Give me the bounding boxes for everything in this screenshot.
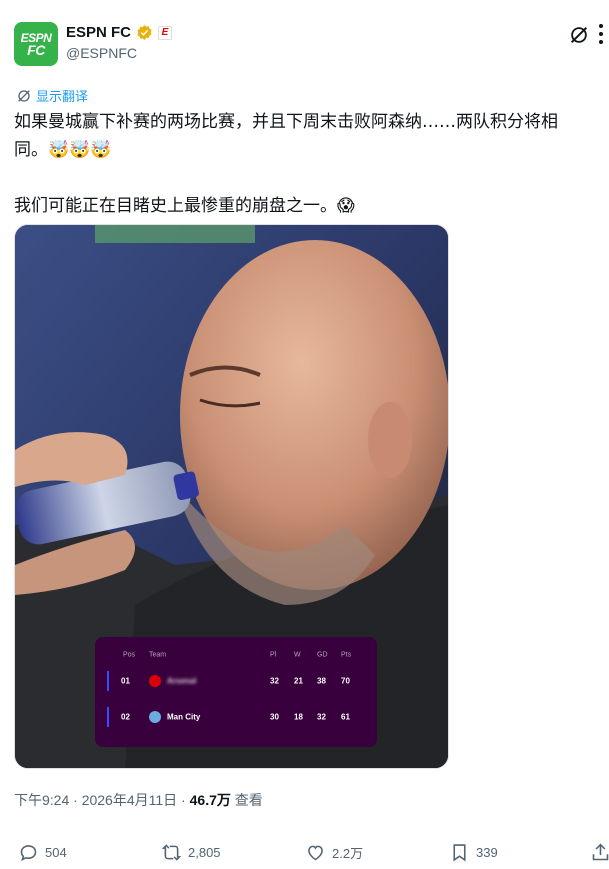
mancity-crest-icon — [149, 711, 161, 723]
header-pl: Pl — [270, 651, 277, 659]
like-icon — [308, 845, 323, 861]
post-text-spacer — [14, 164, 604, 192]
bookmark-button[interactable]: 339 — [449, 842, 498, 863]
row-w: 18 — [294, 712, 303, 722]
meta-separator: · — [177, 792, 190, 808]
reply-count: 504 — [45, 845, 67, 860]
header-w: W — [294, 651, 301, 659]
translate-icon — [18, 89, 30, 102]
post-header: ESPN FC ESPN FC E @ESPNFC — [14, 20, 604, 68]
share-button[interactable] — [590, 842, 609, 863]
like-count: 2.2万 — [332, 846, 364, 861]
post-text-line-1: 如果曼城赢下补赛的两场比赛，并且下周末击败阿森纳……两队积分将相 — [14, 112, 558, 132]
action-bar: 504 2,805 2.2万 339 — [18, 842, 609, 866]
standings-table: Pos Team Pl W GD Pts 01 Arsenal 32 21 38… — [95, 637, 377, 747]
repost-icon — [161, 844, 182, 861]
row-pts: 61 — [341, 712, 350, 722]
verified-icon — [137, 25, 152, 40]
row-gd: 38 — [317, 676, 326, 686]
row-accent — [107, 671, 109, 691]
bookmark-icon — [453, 844, 466, 862]
arsenal-crest-icon — [149, 675, 161, 687]
handle[interactable]: @ESPNFC — [66, 45, 137, 61]
post-time[interactable]: 下午9:24 — [14, 792, 69, 808]
row-pl: 30 — [270, 712, 279, 722]
header-gd: GD — [317, 651, 328, 659]
row-pos: 01 — [121, 676, 130, 686]
post-text-line-3: 我们可能正在目睹史上最惨重的崩盘之一。😱 — [14, 196, 355, 216]
translate-link[interactable]: 显示翻译 — [16, 86, 88, 105]
row-gd: 32 — [317, 712, 326, 722]
row-team: Man City — [167, 712, 201, 722]
bookmark-count: 339 — [476, 845, 498, 860]
row-pl: 32 — [270, 676, 279, 686]
avatar[interactable]: ESPN FC — [14, 22, 58, 66]
repost-button[interactable]: 2,805 — [161, 842, 221, 863]
post-image[interactable]: Pos Team Pl W GD Pts 01 Arsenal 32 21 38… — [14, 224, 449, 769]
row-pos: 02 — [121, 712, 130, 722]
post-meta: 下午9:24 · 2026年4月11日 · 46.7万 查看 — [14, 790, 263, 810]
display-name[interactable]: ESPN FC — [66, 24, 131, 41]
avatar-text-fc: FC — [27, 42, 45, 58]
post-text-line-2: 同。🤯🤯🤯 — [14, 140, 112, 160]
header-team: Team — [149, 651, 167, 659]
row-team: Arsenal — [167, 676, 197, 686]
more-icon[interactable] — [598, 22, 604, 46]
row-w: 21 — [294, 676, 303, 686]
row-accent — [107, 707, 109, 727]
reply-button[interactable]: 504 — [18, 842, 67, 863]
view-label: 查看 — [230, 792, 263, 808]
name-row: ESPN FC E — [66, 24, 173, 41]
grok-icon[interactable] — [568, 24, 590, 46]
post-text: 如果曼城赢下补赛的两场比赛，并且下周末击败阿森纳……两队积分将相 同。🤯🤯🤯 我… — [14, 108, 604, 220]
translate-label: 显示翻译 — [36, 90, 89, 105]
espn-badge: E — [158, 25, 173, 40]
post-date[interactable]: 2026年4月11日 — [82, 792, 177, 808]
header-pts: Pts — [341, 651, 352, 659]
repost-count: 2,805 — [188, 845, 221, 860]
meta-separator: · — [69, 792, 82, 808]
standings-row: 01 Arsenal 32 21 38 70 — [107, 669, 365, 693]
standings-row: 02 Man City 30 18 32 61 — [107, 705, 365, 729]
share-icon — [592, 843, 609, 861]
standings-header: Pos Team Pl W GD Pts — [95, 649, 377, 661]
row-pts: 70 — [341, 676, 350, 686]
header-pos: Pos — [123, 651, 136, 659]
like-button[interactable]: 2.2万 — [305, 842, 363, 863]
view-count: 46.7万 — [189, 792, 231, 808]
reply-icon — [20, 845, 37, 861]
